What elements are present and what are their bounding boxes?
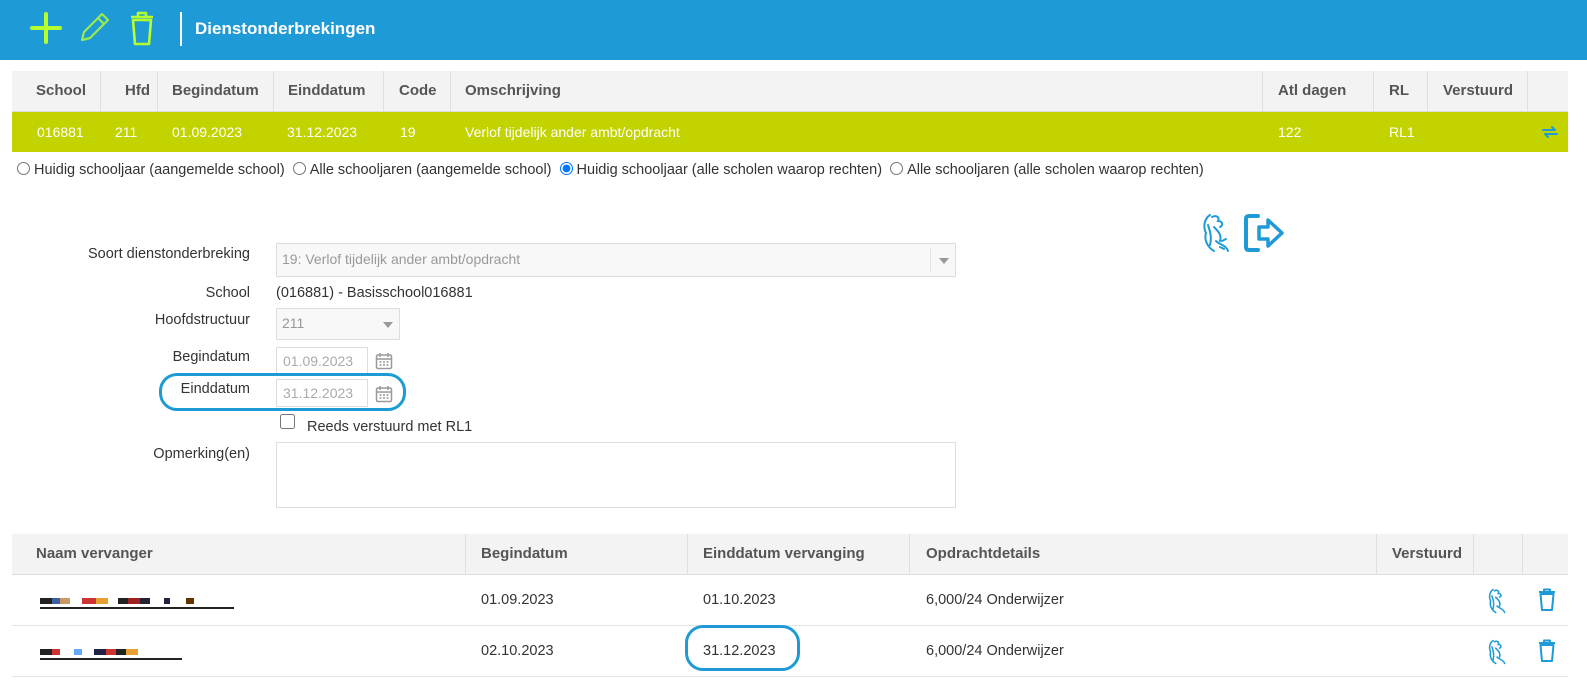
page-title: Dienstonderbrekingen bbox=[195, 19, 376, 38]
reeds-verstuurd-checkbox[interactable] bbox=[280, 414, 295, 429]
cell-omschrijving: Verlof tijdelijk ander ambt/opdracht bbox=[465, 124, 680, 140]
begindatum-input[interactable]: 01.09.2023 bbox=[276, 347, 368, 375]
col-header-verstuurd[interactable]: Verstuurd bbox=[1377, 534, 1474, 574]
opmerking-label: Opmerking(en) bbox=[153, 446, 250, 462]
col-header-hfd[interactable]: Hfd bbox=[101, 71, 158, 111]
opmerking-textarea[interactable] bbox=[276, 442, 956, 508]
col-header-school[interactable]: School bbox=[12, 71, 101, 111]
begindatum-label: Begindatum bbox=[172, 349, 250, 365]
trash-icon[interactable] bbox=[1537, 588, 1557, 612]
cell-einddatum: 31.12.2023 bbox=[287, 124, 358, 140]
col-header-begindatum[interactable]: Begindatum bbox=[158, 71, 274, 111]
filter-radio-2[interactable] bbox=[292, 162, 306, 175]
filter-radio-3[interactable] bbox=[559, 162, 573, 175]
einddatum-highlight-annotation bbox=[159, 373, 406, 411]
flemish-lion-icon[interactable] bbox=[1200, 211, 1232, 255]
hoofdstructuur-dropdown[interactable]: 211 bbox=[276, 308, 400, 340]
school-value: (016881) - Basisschool016881 bbox=[276, 285, 473, 301]
cell-begindatum: 01.09.2023 bbox=[172, 124, 243, 140]
filter-option-2[interactable]: Alle schooljaren (aangemelde school) bbox=[292, 162, 552, 178]
col-header-einddatum[interactable]: Einddatum bbox=[274, 71, 384, 111]
sign-out-arrow-icon[interactable] bbox=[1242, 212, 1288, 254]
cell-code: 19 bbox=[400, 124, 416, 140]
filter-option-1[interactable]: Huidig schooljaar (aangemelde school) bbox=[17, 162, 285, 178]
col-header-code[interactable]: Code bbox=[384, 71, 451, 111]
schooljaar-filter: Huidig schooljaar (aangemelde school) Al… bbox=[17, 162, 1208, 178]
soort-dropdown[interactable]: 19: Verlof tijdelijk ander ambt/opdracht bbox=[276, 243, 956, 277]
cell-rl: RL1 bbox=[1389, 124, 1415, 140]
table-row[interactable]: 01.09.2023 01.10.2023 6,000/24 Onderwijz… bbox=[12, 575, 1568, 626]
pencil-icon[interactable] bbox=[74, 8, 114, 48]
col-header-opdrachtdetails[interactable]: Opdrachtdetails bbox=[910, 534, 1377, 574]
chevron-down-icon bbox=[939, 258, 949, 264]
col-header-naam-vervanger[interactable]: Naam vervanger bbox=[12, 534, 466, 574]
col-header-atl-dagen[interactable]: Atl dagen bbox=[1263, 71, 1374, 111]
chevron-down-icon bbox=[383, 322, 393, 328]
reeds-verstuurd-label: Reeds verstuurd met RL1 bbox=[307, 419, 473, 435]
row-begindatum: 02.10.2023 bbox=[481, 643, 554, 659]
cell-atl-dagen: 122 bbox=[1278, 124, 1302, 140]
filter-option-4[interactable]: Alle schooljaren (alle scholen waarop re… bbox=[890, 162, 1204, 178]
soort-label: Soort dienstonderbreking bbox=[87, 246, 250, 262]
flemish-lion-icon[interactable] bbox=[1486, 587, 1508, 615]
col-header-einddatum-vervanging[interactable]: Einddatum vervanging bbox=[688, 534, 910, 574]
row-einddatum: 01.10.2023 bbox=[703, 592, 776, 608]
toolbar-separator bbox=[180, 12, 182, 46]
plus-icon[interactable] bbox=[26, 8, 66, 48]
cell-school: 016881 bbox=[37, 124, 84, 140]
filter-radio-1[interactable] bbox=[17, 162, 30, 175]
col-header-rl[interactable]: RL bbox=[1374, 71, 1428, 111]
filter-radio-4[interactable] bbox=[890, 162, 904, 175]
cell-hfd: 211 bbox=[115, 124, 138, 140]
hoofdstructuur-label: Hoofdstructuur bbox=[154, 312, 250, 328]
swap-arrows-icon[interactable] bbox=[1541, 124, 1559, 140]
col-header-omschrijving[interactable]: Omschrijving bbox=[451, 71, 1263, 111]
filter-option-3[interactable]: Huidig schooljaar (alle scholen waarop r… bbox=[559, 162, 882, 178]
redacted-name bbox=[40, 646, 182, 660]
hoofdstructuur-value: 211 bbox=[282, 315, 305, 331]
trash-icon[interactable] bbox=[122, 8, 162, 48]
col-header-verstuurd[interactable]: Verstuurd bbox=[1428, 71, 1528, 111]
col-header-begindatum[interactable]: Begindatum bbox=[466, 534, 688, 574]
trash-icon[interactable] bbox=[1537, 639, 1557, 663]
soort-value: 19: Verlof tijdelijk ander ambt/opdracht bbox=[282, 251, 521, 267]
redacted-name bbox=[40, 595, 234, 609]
table-header: School Hfd Begindatum Einddatum Code Oms… bbox=[12, 71, 1568, 112]
row-begindatum: 01.09.2023 bbox=[481, 592, 554, 608]
row-opdracht: 6,000/24 Onderwijzer bbox=[926, 643, 1064, 659]
school-label: School bbox=[205, 285, 250, 301]
table-header: Naam vervanger Begindatum Einddatum verv… bbox=[12, 534, 1568, 575]
einddatum-vervanging-highlight-annotation bbox=[685, 625, 800, 671]
row-opdracht: 6,000/24 Onderwijzer bbox=[926, 592, 1064, 608]
flemish-lion-icon[interactable] bbox=[1486, 638, 1508, 666]
table-row-selected[interactable]: 016881 211 01.09.2023 31.12.2023 19 Verl… bbox=[12, 112, 1568, 152]
calendar-icon[interactable] bbox=[375, 352, 393, 370]
top-toolbar: Dienstonderbrekingen bbox=[0, 0, 1587, 60]
